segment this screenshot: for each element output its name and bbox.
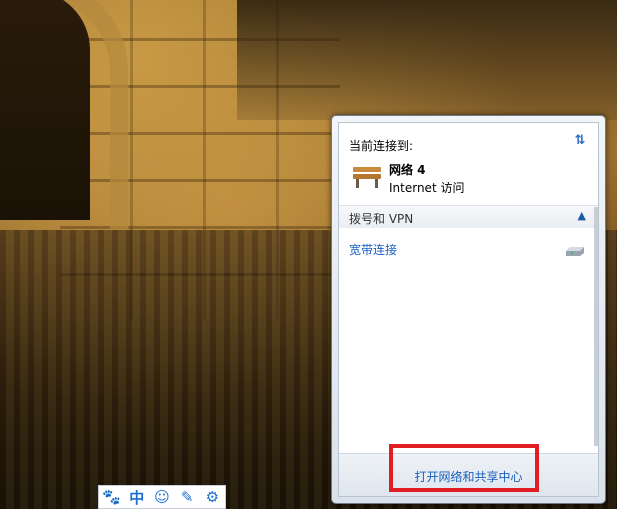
collapse-chevron-icon[interactable]: ▲ <box>578 209 586 222</box>
broadband-connection-item[interactable]: 宽带连接 <box>349 241 397 258</box>
ime-settings-icon[interactable]: ⚙ <box>201 488 223 506</box>
ime-paw-icon[interactable]: 🐾 <box>101 488 123 506</box>
scrollbar[interactable] <box>594 207 598 446</box>
dialup-vpn-label: 拨号和 VPN <box>349 212 414 226</box>
dialup-vpn-header[interactable]: 拨号和 VPN ▲ <box>339 205 598 228</box>
network-name: 网络 4 <box>389 163 426 177</box>
current-connection-label: 当前连接到: <box>349 139 414 153</box>
network-bench-icon <box>353 167 381 188</box>
current-connection-section: 当前连接到: ⇅ 网络 4 Internet 访问 <box>339 123 598 201</box>
refresh-icon[interactable]: ⇅ <box>572 133 588 149</box>
bridge-arch-opening <box>0 0 90 220</box>
highlight-box <box>389 444 539 492</box>
modem-icon <box>566 247 584 256</box>
network-flyout-panel: 当前连接到: ⇅ 网络 4 Internet 访问 拨号和 VPN ▲ 宽带连接… <box>338 122 599 497</box>
ime-emoji-icon[interactable]: ☺ <box>151 488 173 506</box>
ime-handwrite-icon[interactable]: ✎ <box>176 488 198 506</box>
ime-toolbar: 🐾 中 ☺ ✎ ⚙ <box>98 485 226 509</box>
network-access-status: Internet 访问 <box>389 181 465 195</box>
ime-chinese-mode-button[interactable]: 中 <box>126 487 148 508</box>
